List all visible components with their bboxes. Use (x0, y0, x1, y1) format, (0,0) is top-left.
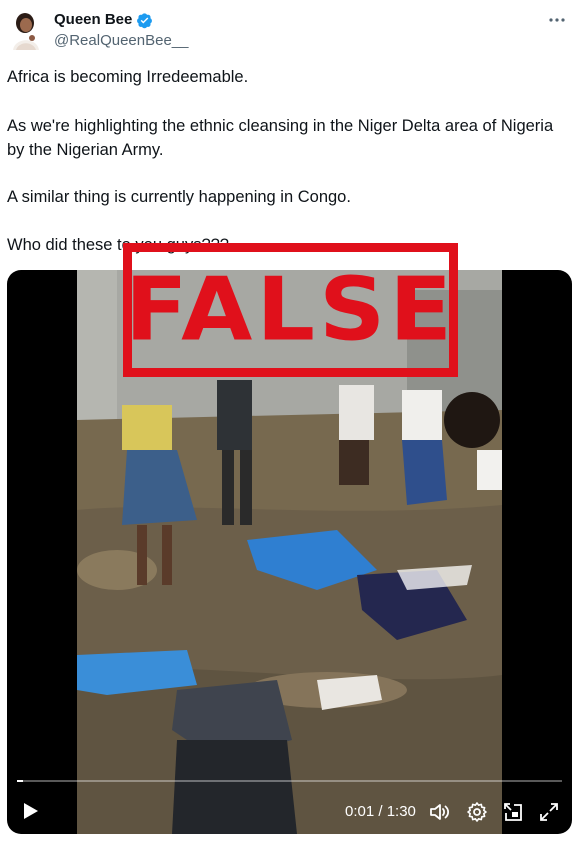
play-icon[interactable] (19, 800, 41, 822)
settings-icon[interactable] (465, 800, 489, 824)
tweet-text-paragraph: As we're highlighting the ethnic cleansi… (7, 117, 554, 159)
display-name[interactable]: Queen Bee (54, 11, 132, 29)
video-progress-fill (17, 780, 23, 782)
video-time: 0:01 / 1:30 (345, 803, 416, 820)
volume-icon[interactable] (428, 800, 452, 824)
handle[interactable]: @RealQueenBee__ (54, 32, 189, 50)
false-stamp: FALSE (123, 243, 458, 377)
picture-in-picture-icon[interactable] (501, 800, 525, 824)
more-icon[interactable] (545, 10, 569, 30)
fullscreen-icon[interactable] (537, 800, 561, 824)
false-stamp-text: FALSE (124, 258, 457, 361)
tweet-card: Queen Bee @RealQueenBee__ Africa is beco… (0, 0, 579, 851)
name-row: Queen Bee (54, 11, 153, 29)
verified-badge-icon (136, 12, 153, 29)
avatar[interactable] (10, 10, 42, 50)
video-progress-bar[interactable] (17, 780, 562, 782)
tweet-text-paragraph: Africa is becoming Irredeemable. (7, 68, 249, 86)
tweet-text-paragraph: A similar thing is currently happening i… (7, 188, 351, 206)
